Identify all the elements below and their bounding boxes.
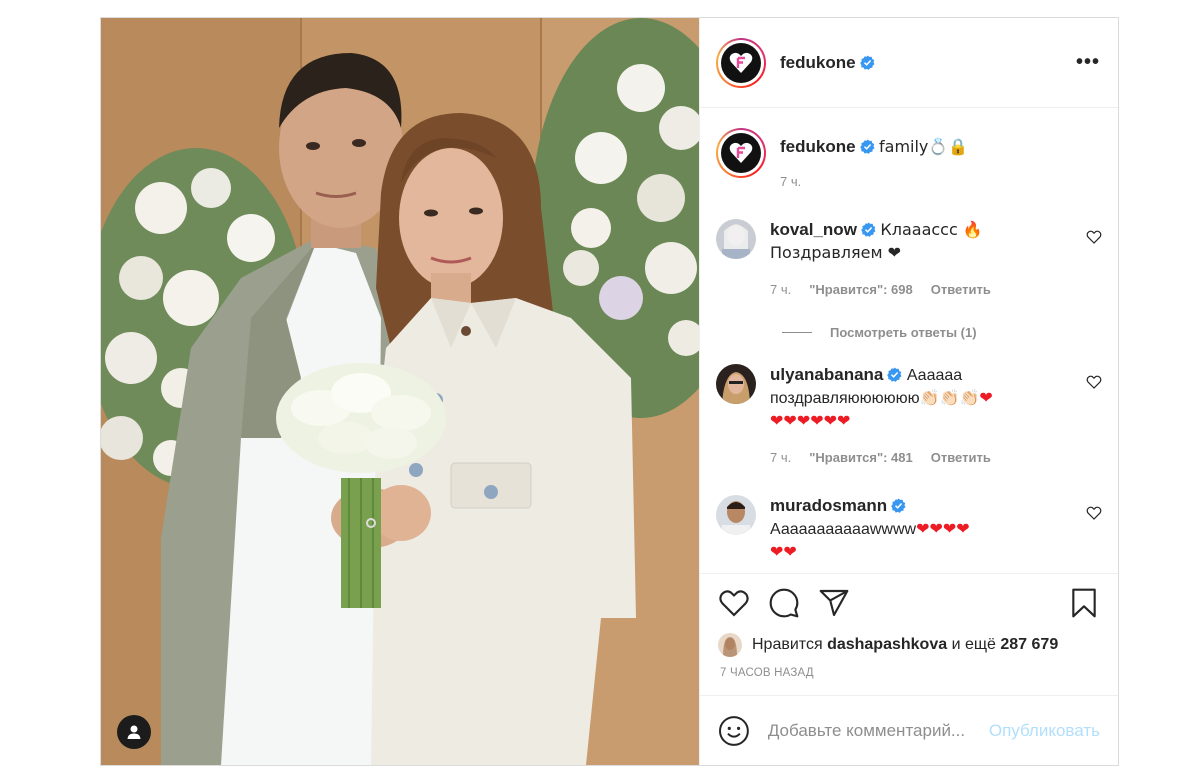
post-header: fedukone ••• (700, 18, 1118, 108)
share-paper-plane-icon[interactable] (818, 587, 850, 619)
add-comment-bar: Опубликовать (700, 695, 1118, 765)
post-sidebar: fedukone ••• fedukone family💍🔒 7 ч. kova… (699, 18, 1118, 765)
hearts-emoji: ❤❤❤❤❤❤ (770, 411, 851, 430)
hearts-emoji: ❤❤❤❤ (916, 519, 970, 538)
like-heart-icon[interactable] (718, 587, 750, 619)
comment-likes[interactable]: "Нравится": 698 (809, 279, 913, 301)
clap-emoji: 👏🏻👏🏻👏🏻 (919, 388, 980, 407)
save-bookmark-icon[interactable] (1068, 587, 1100, 619)
comment-input[interactable] (767, 720, 989, 741)
likes-summary: Нравится dashapashkova и ещё 287 679 (700, 631, 1118, 659)
author-username[interactable]: fedukone (780, 53, 856, 73)
likes-middle: и ещё (951, 636, 996, 653)
reply-button[interactable]: Ответить (931, 279, 991, 301)
comment-row: muradosmann Аааааааааааwwww❤❤❤❤ ❤❤ (716, 495, 1102, 564)
instagram-post: fedukone ••• fedukone family💍🔒 7 ч. kova… (100, 17, 1119, 766)
heart-logo-icon (729, 142, 753, 163)
heart-emoji: ❤ (979, 388, 993, 407)
verified-badge-icon (859, 55, 875, 70)
commenter-avatar[interactable] (716, 364, 756, 404)
like-comment-icon[interactable] (1086, 374, 1102, 390)
publish-button[interactable]: Опубликовать (989, 721, 1100, 741)
user-icon (127, 725, 141, 739)
liker-avatar[interactable] (718, 633, 742, 657)
liker-username[interactable]: dashapashkova (827, 636, 947, 654)
comment-time: 7 ч. (770, 450, 792, 465)
caption-text: family💍🔒 (879, 137, 969, 156)
likes-count[interactable]: 287 679 (1000, 636, 1058, 654)
emoji-smile-icon[interactable] (718, 715, 750, 747)
verified-badge-icon (887, 367, 902, 382)
commenter-username[interactable]: muradosmann (770, 496, 887, 515)
caption-time: 7 ч. (780, 174, 802, 189)
verified-badge-icon (891, 498, 906, 513)
post-actions (700, 573, 1118, 631)
comment-row: ulyanabanana Аааааа поздравляюююююю👏🏻👏🏻👏… (716, 364, 1102, 469)
caption-row: fedukone family💍🔒 7 ч. (716, 128, 1102, 193)
like-comment-icon[interactable] (1086, 229, 1102, 245)
heart-logo-icon (729, 52, 753, 73)
reply-button[interactable]: Ответить (931, 447, 991, 469)
post-photo[interactable] (101, 18, 699, 765)
post-time-ago: 7 ЧАСОВ НАЗАД (720, 667, 814, 679)
comment-text: Аааааааааааwwww (770, 521, 917, 538)
verified-badge-icon (859, 139, 875, 154)
hearts-emoji: ❤❤ (770, 542, 797, 561)
comments-list[interactable]: fedukone family💍🔒 7 ч. koval_now Клааасс… (700, 108, 1118, 573)
like-comment-icon[interactable] (1086, 505, 1102, 521)
comment-time: 7 ч. (770, 282, 792, 297)
commenter-avatar[interactable] (716, 219, 756, 259)
verified-badge-icon (861, 222, 876, 237)
comment-bubble-icon[interactable] (768, 587, 800, 619)
more-options-button[interactable]: ••• (1076, 51, 1100, 74)
comment-row: koval_now Клааассс 🔥 Поздравляем ❤ 7 ч. … (716, 219, 1102, 301)
view-replies-label: Посмотреть ответы (1) (830, 325, 977, 340)
view-replies-button[interactable]: Посмотреть ответы (1) (782, 325, 1102, 340)
commenter-username[interactable]: koval_now (770, 220, 857, 239)
comment-likes[interactable]: "Нравится": 481 (809, 447, 913, 469)
commenter-username[interactable]: ulyanabanana (770, 365, 883, 384)
caption-avatar[interactable] (716, 128, 766, 178)
author-avatar[interactable] (716, 37, 766, 88)
likes-prefix: Нравится (752, 636, 823, 653)
tagged-users-button[interactable] (117, 715, 151, 749)
caption-username[interactable]: fedukone (780, 137, 856, 156)
commenter-avatar[interactable] (716, 495, 756, 535)
wedding-photo (101, 18, 699, 765)
